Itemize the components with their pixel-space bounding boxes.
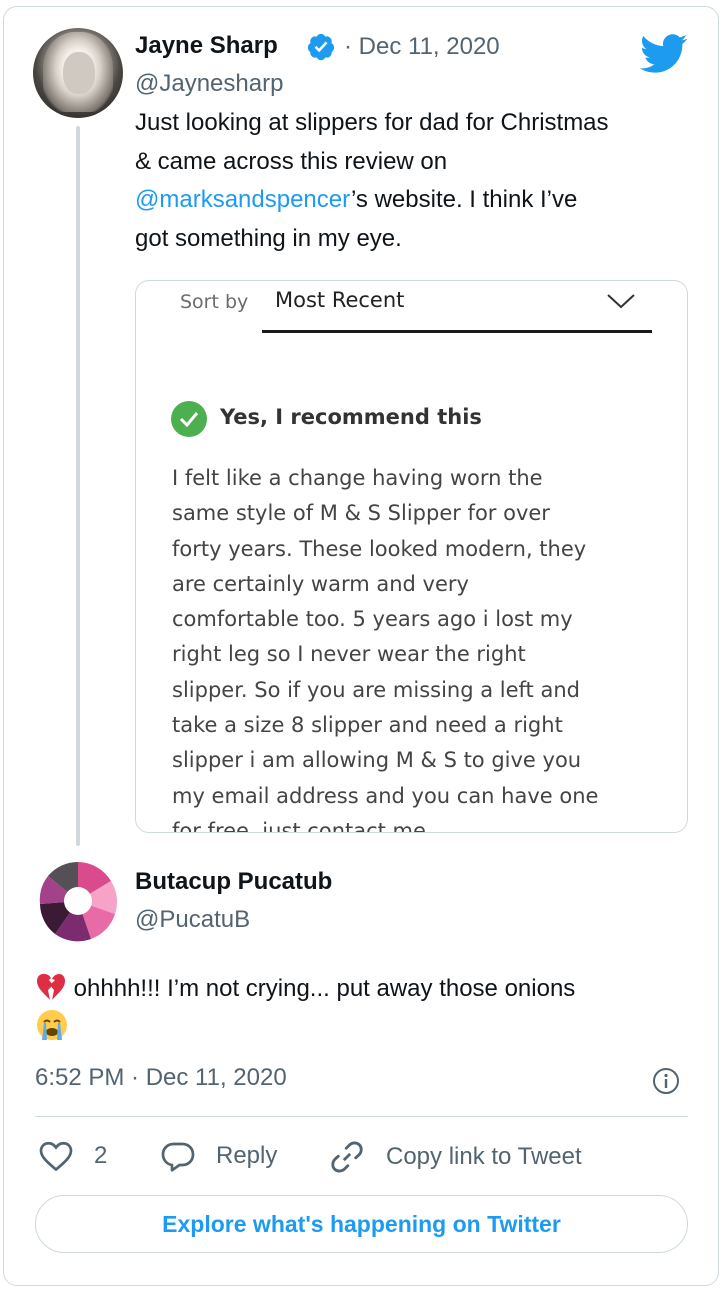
tweet-text-fragment: ’s website. I think I’ve — [351, 186, 578, 213]
crying-face-emoji — [37, 1009, 67, 1040]
broken-heart-emoji — [37, 973, 65, 1000]
sort-by-label: Sort by — [180, 291, 249, 313]
thread-connector-line — [76, 126, 80, 846]
reply-bubble-icon — [161, 1142, 195, 1172]
avatar-face — [63, 52, 95, 94]
review-line: comfortable too. 5 years ago i lost my — [172, 607, 573, 632]
reply-author-avatar[interactable] — [33, 856, 123, 946]
link-icon — [331, 1141, 363, 1173]
reply-timestamp[interactable]: 6:52 PM · Dec 11, 2020 — [35, 1064, 287, 1092]
explore-twitter-button[interactable]: Explore what's happening on Twitter — [35, 1195, 688, 1253]
review-line: my email address and you can have one — [172, 783, 599, 808]
recommend-heading: Yes, I recommend this — [220, 405, 482, 429]
like-button[interactable]: 2 — [38, 1138, 107, 1174]
review-line: for free, just contact me. — [172, 818, 433, 833]
copy-link-label: Copy link to Tweet — [386, 1143, 582, 1170]
mention-link[interactable]: @marksandspencer — [135, 186, 351, 213]
review-line: slipper. So if you are missing a left an… — [172, 677, 580, 702]
copy-link-button[interactable]: Copy link to Tweet — [328, 1138, 582, 1176]
reply-author-handle[interactable]: @PucatuB — [135, 906, 250, 934]
reply-label: Reply — [216, 1142, 278, 1169]
tweet-text-line: Just looking at slippers for dad for Chr… — [135, 109, 609, 136]
sort-value: Most Recent — [275, 288, 405, 312]
like-count: 2 — [94, 1142, 108, 1169]
verified-badge-icon — [307, 33, 335, 61]
attached-review-image[interactable]: Sort by Most Recent Yes, I recommend thi… — [135, 280, 688, 833]
review-line: right leg so I never wear the right — [172, 642, 526, 667]
review-text: I felt like a change having worn the sam… — [172, 461, 672, 833]
heart-icon — [39, 1141, 73, 1172]
tweet-text-line: got something in my eye. — [135, 224, 402, 252]
reply-text-content: ohhhh!!! I’m not crying... put away thos… — [73, 975, 576, 1002]
review-line: are certainly warm and very — [172, 571, 469, 596]
reply-button[interactable]: Reply — [160, 1138, 277, 1174]
review-line: forty years. These looked modern, they — [172, 536, 587, 561]
tweet-date[interactable]: · Dec 11, 2020 — [344, 33, 500, 61]
tweet-text-line: & came across this review on — [135, 147, 448, 175]
author-name[interactable]: Jayne Sharp — [135, 32, 278, 60]
reply-text: ohhhh!!! I’m not crying... put away thos… — [35, 970, 695, 1047]
review-line: slipper i am allowing M & S to give you — [172, 748, 582, 773]
sort-underline — [262, 330, 652, 333]
author-handle[interactable]: @Jaynesharp — [135, 70, 283, 98]
divider — [35, 1116, 688, 1117]
author-avatar[interactable] — [33, 28, 123, 118]
review-line: take a size 8 slipper and need a right — [172, 713, 563, 738]
check-circle-icon — [171, 401, 207, 437]
chevron-down-icon — [607, 294, 635, 309]
tweet-text: Just looking at slippers for dad for Chr… — [135, 104, 705, 258]
reply-author-name[interactable]: Butacup Pucatub — [135, 868, 332, 896]
info-icon[interactable] — [652, 1067, 680, 1095]
review-line: I felt like a change having worn the — [172, 466, 543, 490]
review-line: same style of M & S Slipper for over — [172, 501, 550, 526]
twitter-bird-icon[interactable] — [640, 34, 688, 74]
tweet-text-line: @marksandspencer’s website. I think I’ve — [135, 181, 705, 220]
